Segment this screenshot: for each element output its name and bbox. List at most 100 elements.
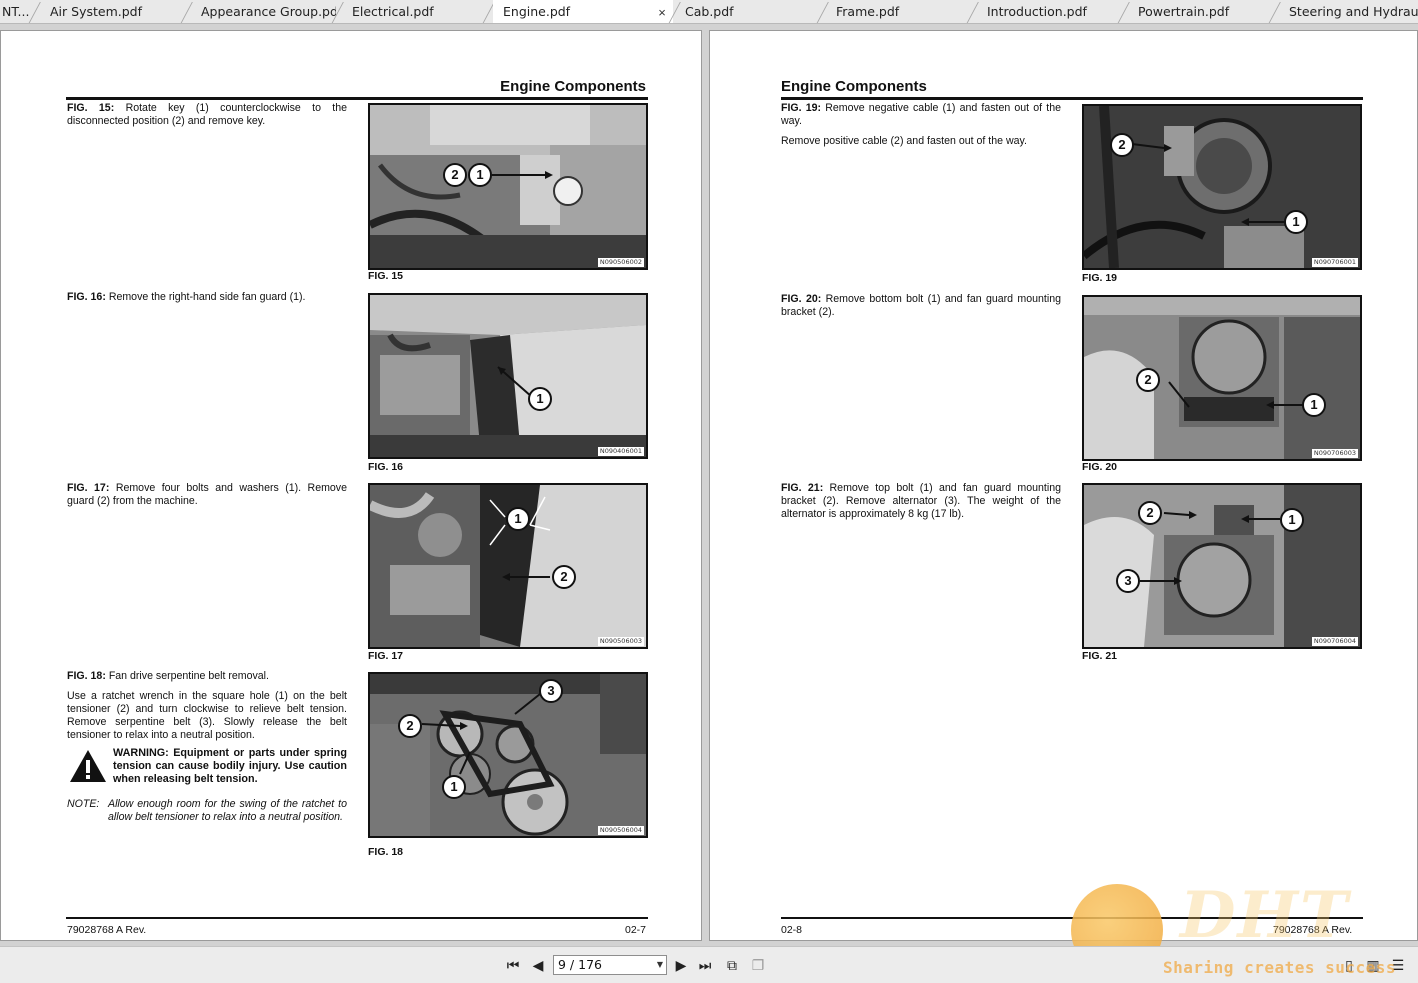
title-rule [66,97,648,100]
fig20-callout-2: 2 [1136,368,1160,392]
fig21-text: FIG. 21: Remove top bolt (1) and fan gua… [781,482,1061,521]
fig19-text: FIG. 19: Remove negative cable (1) and f… [781,102,1061,128]
fig21-callout-3: 3 [1116,569,1140,593]
fig17-caption: FIG. 17 [368,650,404,662]
fig17-text: FIG. 17: Remove four bolts and washers (… [67,482,347,508]
fig21-callout-2: 2 [1138,501,1162,525]
fig19-label: FIG. 19: [781,102,822,114]
title-rule [781,97,1363,100]
fig18-body: Fan drive serpentine belt removal. [108,670,269,682]
fig19-text2: Remove positive cable (2) and fasten out… [781,135,1027,147]
fig17-label: FIG. 17: [67,482,110,494]
fig18-photo [370,674,646,836]
fig18-caption: FIG. 18 [368,846,404,858]
fig18-instructions: Use a ratchet wrench in the square hole … [67,690,347,741]
fig18-callout-3: 3 [539,679,563,703]
tab-separator [30,0,40,23]
tab-cab[interactable]: Cab.pdf [675,0,820,23]
page-title: Engine Components [500,78,646,95]
fig21-body: Remove top bolt (1) and fan guard mounti… [781,482,1061,520]
fig18-code: N090506004 [597,826,644,835]
fig19-photo [1084,106,1360,268]
fig20-label: FIG. 20: [781,293,822,305]
fig20-text: FIG. 20: Remove bottom bolt (1) and fan … [781,293,1061,319]
first-page-icon[interactable]: ⏮ [504,956,522,974]
watermark-slogan: Sharing creates success [1163,958,1397,977]
footer-doc-number: 79028768 A Rev. [67,924,147,936]
fig21-caption: FIG. 21 [1082,650,1118,662]
page-title: Engine Components [781,78,927,95]
tab-nt[interactable]: NT.... [0,0,30,23]
fig18-image: 3 2 1 N090506004 [368,672,648,838]
tab-bar: NT.... Air System.pdf Appearance Group.p… [0,0,1418,24]
fig15-image: 2 1 N090506002 [368,103,648,270]
last-page-icon[interactable]: ⏭ [696,956,714,974]
fig17-callout-1: 1 [506,507,530,531]
next-page-icon[interactable]: ▶ [672,956,690,974]
fig18-callout-1: 1 [442,775,466,799]
fig16-label: FIG. 16: [67,291,106,303]
fig21-code: N090706004 [1311,637,1358,646]
fig18-callout-2: 2 [398,714,422,738]
fig16-callout-1: 1 [528,387,552,411]
page-left: Engine Components FIG. 15: Rotate key (1… [0,30,702,941]
footer-rule [66,917,648,919]
export-icon[interactable]: ⧉ [723,956,741,974]
tab-close-icon[interactable]: × [655,0,669,23]
tab-electrical[interactable]: Electrical.pdf [342,0,487,23]
fig15-callout-2: 2 [443,163,467,187]
fig20-caption: FIG. 20 [1082,461,1118,473]
fig21-photo [1084,485,1360,647]
document-viewer[interactable]: Engine Components FIG. 15: Rotate key (1… [0,24,1418,946]
prev-page-icon[interactable]: ◀ [529,956,547,974]
fig18-text: FIG. 18: Fan drive serpentine belt remov… [67,670,347,683]
fig16-body: Remove the right-hand side fan guard (1)… [108,291,306,303]
fig15-code: N090506002 [597,258,644,267]
fig19-callout-1: 1 [1284,210,1308,234]
footer-page-number: 02-7 [625,924,647,936]
fig16-image: 1 N090406001 [368,293,648,459]
fig18-warning: WARNING: Equipment or parts under spring… [113,747,347,785]
fig15-callout-1: 1 [468,163,492,187]
fig16-caption: FIG. 16 [368,461,404,473]
warning-triangle-icon [70,750,106,782]
fig15-caption: FIG. 15 [368,270,404,282]
fig19-body: Remove negative cable (1) and fasten out… [781,102,1061,127]
fig18-label: FIG. 18: [67,670,106,682]
fig19-image: 2 1 N090706001 [1082,104,1362,270]
fig18-note: Allow enough room for the swing of the r… [108,798,347,823]
fig17-body: Remove four bolts and washers (1). Remov… [67,482,347,507]
page-number-value: 9 / 176 [558,957,602,972]
page-number-input[interactable]: 9 / 176 ▼ [553,955,667,975]
fig20-code: N090706003 [1311,449,1358,458]
fig15-label: FIG. 15: [67,102,115,114]
fig17-code: N090506003 [597,637,644,646]
tab-appearance-group[interactable]: Appearance Group.pdf [191,0,336,23]
tab-powertrain[interactable]: Powertrain.pdf [1128,0,1273,23]
page-right: Engine Components FIG. 19: Remove negati… [709,30,1418,941]
tab-frame[interactable]: Frame.pdf [826,0,971,23]
fig16-text: FIG. 16: Remove the right-hand side fan … [67,291,347,304]
fig19-caption: FIG. 19 [1082,272,1118,284]
tab-engine[interactable]: Engine.pdf [493,0,673,23]
fig20-callout-1: 1 [1302,393,1326,417]
fig16-code: N090406001 [597,447,644,456]
fig17-image: 1 2 N090506003 [368,483,648,649]
fig21-callout-1: 1 [1280,508,1304,532]
fig16-photo [370,295,646,457]
tab-introduction[interactable]: Introduction.pdf [977,0,1122,23]
fig21-image: 2 1 3 N090706004 [1082,483,1362,649]
fig15-text: FIG. 15: Rotate key (1) counterclockwise… [67,102,347,128]
watermark-brand: DHT [1180,878,1350,953]
fig19-callout-2: 2 [1110,133,1134,157]
fig20-image: 2 1 N090706003 [1082,295,1362,461]
fig18-note-label: NOTE: [67,798,100,810]
fig19-code: N090706001 [1311,258,1358,267]
fig20-body: Remove bottom bolt (1) and fan guard mou… [781,293,1061,318]
tab-air-system[interactable]: Air System.pdf [40,0,185,23]
tab-steering-hydraulic[interactable]: Steering and Hydrauli... [1279,0,1418,23]
copy-icon[interactable]: ❐ [749,956,767,974]
fig17-photo [370,485,646,647]
chevron-down-icon[interactable]: ▼ [657,956,663,974]
fig21-label: FIG. 21: [781,482,824,494]
